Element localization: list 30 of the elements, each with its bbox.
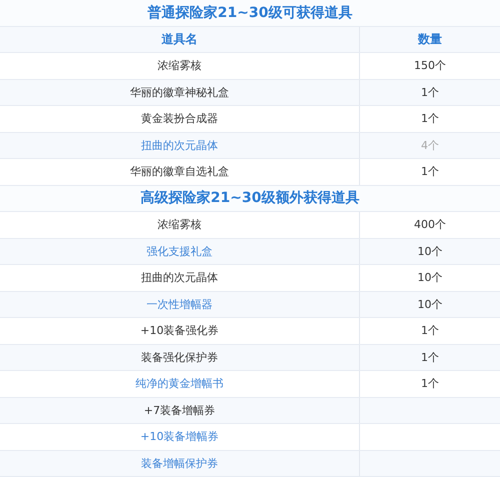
table-cell-text: 1个 (420, 323, 440, 340)
table-cell: 浓缩雾核 (0, 212, 360, 238)
table-cell: 华丽的徽章自选礼盒 (0, 159, 360, 184)
item-link[interactable]: 扭曲的次元晶体 (0, 132, 360, 158)
column-header: 数量 (416, 30, 443, 48)
table-cell-text: 150个 (413, 58, 447, 74)
table-cell-text: 1个 (420, 111, 440, 128)
item-link[interactable]: +10装备增幅券 (0, 424, 360, 450)
table-cell: 黄金装扮合成器 (0, 106, 360, 132)
table-cell-text: 1个 (420, 164, 440, 180)
item-link[interactable]: 一次性增幅器 (0, 292, 360, 317)
item-link[interactable]: 强化支援礼盒 (0, 238, 360, 264)
table-cell-text: 10个 (416, 270, 444, 286)
table-cell-text: 1个 (420, 376, 440, 392)
table-cell: 华丽的徽章神秘礼盒 (0, 80, 360, 105)
section-title: 普通探险家21~30级可获得道具 (148, 4, 352, 22)
item-link[interactable]: 纯净的黄金增幅书 (0, 371, 360, 396)
table-cell: +7装备增幅券 (0, 398, 360, 423)
table-cell: 扭曲的次元晶体 (0, 265, 360, 290)
table-cell-text: 1个 (420, 84, 440, 101)
table-cell: +10装备强化券 (0, 318, 360, 344)
table-cell-text: 1个 (420, 350, 440, 366)
section-title: 高级探险家21~30级额外获得道具 (140, 189, 360, 208)
table-cell: 装备强化保护券 (0, 344, 360, 370)
table-cell: 浓缩雾核 (0, 53, 360, 78)
table-cell-text: 4个 (420, 138, 440, 154)
table-cell-text: 10个 (416, 296, 444, 313)
table-cell-text: 10个 (416, 244, 444, 260)
table-cell-text: 400个 (413, 217, 447, 234)
column-header: 道具名 (0, 26, 360, 52)
